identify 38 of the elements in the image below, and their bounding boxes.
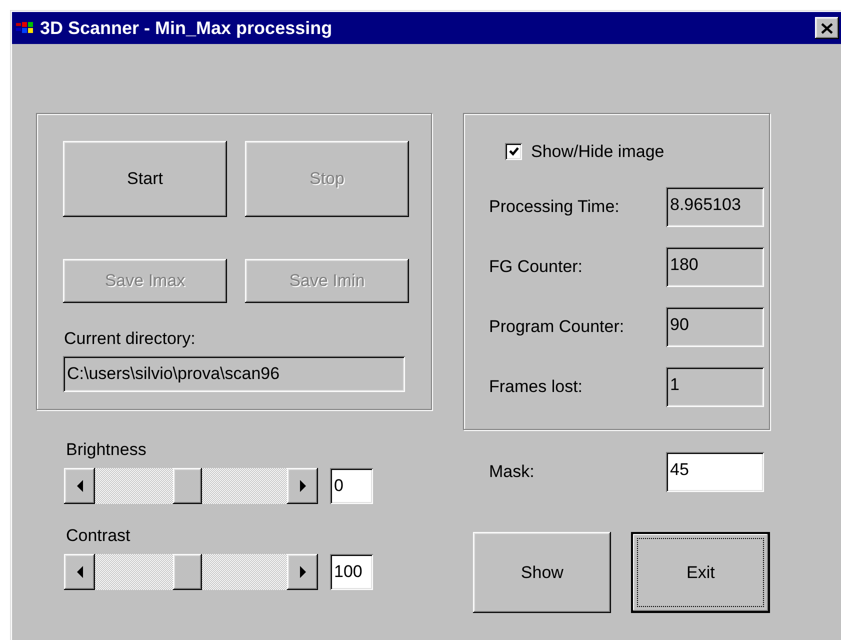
- slider-thumb[interactable]: [173, 468, 202, 504]
- close-button[interactable]: [815, 17, 839, 39]
- left-arrow-icon: [76, 480, 82, 492]
- left-arrow-icon: [76, 566, 82, 578]
- checkbox[interactable]: [505, 143, 522, 160]
- checkbox-label: Show/Hide image: [531, 141, 664, 163]
- readout-field[interactable]: 1: [666, 366, 764, 406]
- scroll-right-button[interactable]: [287, 468, 318, 504]
- right-arrow-icon: [300, 480, 306, 492]
- value-field[interactable]: 100: [330, 554, 373, 590]
- slider-label: Contrast: [66, 526, 132, 546]
- scroll-left-button[interactable]: [64, 468, 95, 504]
- slider-label: Brightness: [66, 440, 148, 460]
- readout-label: Processing Time:: [489, 196, 620, 218]
- readout-label: Frames lost:: [489, 376, 584, 398]
- readout-label: Program Counter:: [489, 316, 626, 338]
- scroll-right-button[interactable]: [287, 554, 318, 590]
- app-icon: [16, 21, 34, 35]
- checkmark-icon: [508, 147, 518, 156]
- field-label: Current directory:: [64, 329, 196, 349]
- close-icon: [821, 22, 833, 34]
- slider-thumb[interactable]: [173, 554, 202, 590]
- scrollbar[interactable]: [64, 554, 318, 590]
- value-field[interactable]: 0: [330, 468, 373, 504]
- readout-field[interactable]: 8.965103: [666, 186, 764, 226]
- push-button[interactable]: Show: [473, 532, 612, 613]
- readout-label: FG Counter:: [489, 256, 584, 278]
- directory-field[interactable]: C:\users\silvio\prova\scan96: [63, 356, 405, 392]
- readout-field[interactable]: 90: [666, 306, 764, 346]
- right-arrow-icon: [300, 566, 306, 578]
- mask-label: Mask:: [489, 461, 536, 484]
- push-button[interactable]: Start: [63, 141, 227, 217]
- push-button[interactable]: Exit: [631, 532, 770, 613]
- window-title: 3D Scanner - Min_Max processing: [40, 16, 332, 40]
- readout-field[interactable]: 180: [666, 246, 764, 286]
- mask-field[interactable]: 45: [666, 452, 764, 492]
- scroll-left-button[interactable]: [64, 554, 95, 590]
- scrollbar[interactable]: [64, 468, 318, 504]
